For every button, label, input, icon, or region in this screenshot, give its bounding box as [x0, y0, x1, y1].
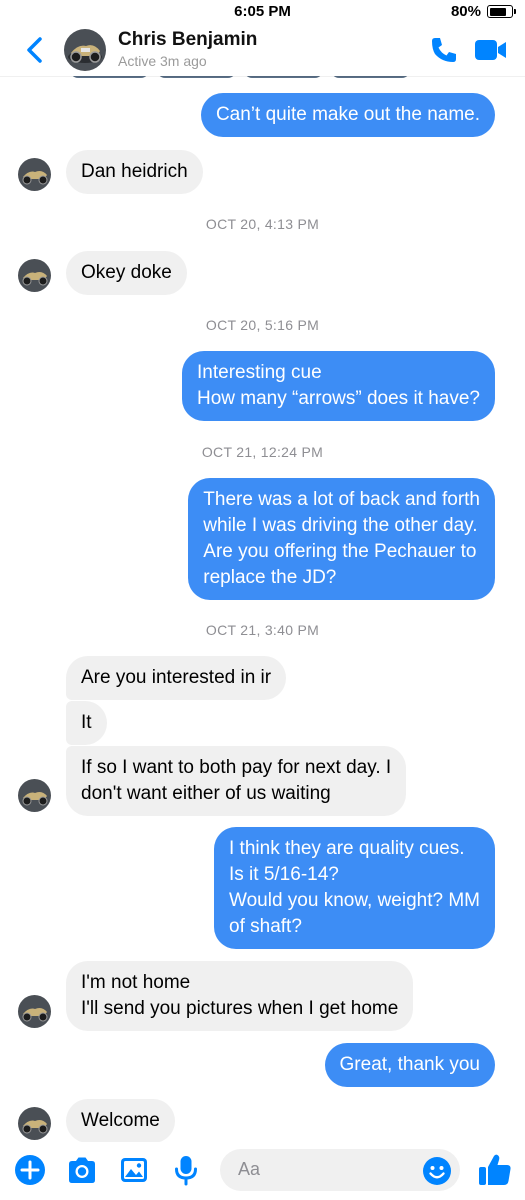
message-bubble-outgoing[interactable]: There was a lot of back and forth while … [188, 478, 495, 600]
smiley-icon [423, 1157, 451, 1185]
battery-percent: 80% [450, 3, 481, 20]
message-input-placeholder: Aa [238, 1159, 261, 1179]
status-indicators: 80% [450, 3, 516, 20]
plus-circle-icon [15, 1155, 45, 1185]
chevron-left-icon [27, 37, 42, 63]
back-button[interactable] [20, 34, 50, 66]
microphone-icon [175, 1156, 197, 1186]
message-bubble-incoming[interactable]: I'm not home I'll send you pictures when… [66, 961, 414, 1031]
status-bar: 6:05 PM 80% [0, 0, 525, 24]
camera-button[interactable] [66, 1154, 98, 1186]
video-call-button[interactable] [475, 38, 507, 62]
conversation-header: Chris Benjamin Active 3m ago [0, 24, 525, 76]
message-bubble-incoming[interactable]: It [66, 701, 107, 745]
message-bubble-incoming[interactable]: Dan heidrich [66, 150, 203, 194]
contact-avatar-small [18, 995, 51, 1028]
active-status: Active 3m ago [118, 53, 207, 69]
message-bubble-incoming[interactable]: Are you interested in ir [66, 656, 287, 700]
thumbs-up-icon [479, 1154, 511, 1185]
message-bubble-outgoing[interactable]: Can’t quite make out the name. [200, 93, 495, 137]
photo-icon [121, 1158, 147, 1182]
battery-icon [487, 5, 516, 18]
like-button[interactable] [477, 1152, 513, 1188]
video-camera-icon [475, 40, 506, 60]
contact-avatar-small [18, 1107, 51, 1140]
contact-avatar-small [18, 158, 51, 191]
contact-name[interactable]: Chris Benjamin [118, 29, 257, 51]
message-bubble-incoming[interactable]: If so I want to both pay for next day. I… [66, 746, 407, 816]
emoji-button[interactable] [422, 1156, 452, 1186]
contact-avatar-small [18, 779, 51, 812]
status-time: 6:05 PM [234, 3, 291, 20]
timestamp: OCT 20, 4:13 PM [205, 216, 320, 232]
composer-bar: Aa [0, 1142, 525, 1200]
timestamp: OCT 21, 12:24 PM [201, 444, 324, 460]
message-bubble-incoming[interactable]: Okey doke [66, 251, 187, 295]
message-bubble-incoming[interactable]: Welcome [66, 1099, 175, 1143]
photo-button[interactable] [118, 1154, 150, 1186]
voice-message-button[interactable] [170, 1154, 202, 1186]
timestamp: OCT 21, 3:40 PM [205, 622, 320, 638]
call-button[interactable] [429, 35, 459, 65]
camera-icon [69, 1157, 95, 1183]
phone-icon [432, 38, 456, 62]
contact-avatar[interactable] [64, 29, 106, 71]
timestamp: OCT 20, 5:16 PM [205, 317, 320, 333]
message-bubble-outgoing[interactable]: Interesting cue How many “arrows” does i… [182, 351, 495, 421]
message-bubble-outgoing[interactable]: I think they are quality cues. Is it 5/1… [214, 827, 495, 949]
more-actions-button[interactable] [14, 1154, 46, 1186]
message-bubble-outgoing[interactable]: Great, thank you [324, 1043, 495, 1087]
contact-avatar-small [18, 259, 51, 292]
